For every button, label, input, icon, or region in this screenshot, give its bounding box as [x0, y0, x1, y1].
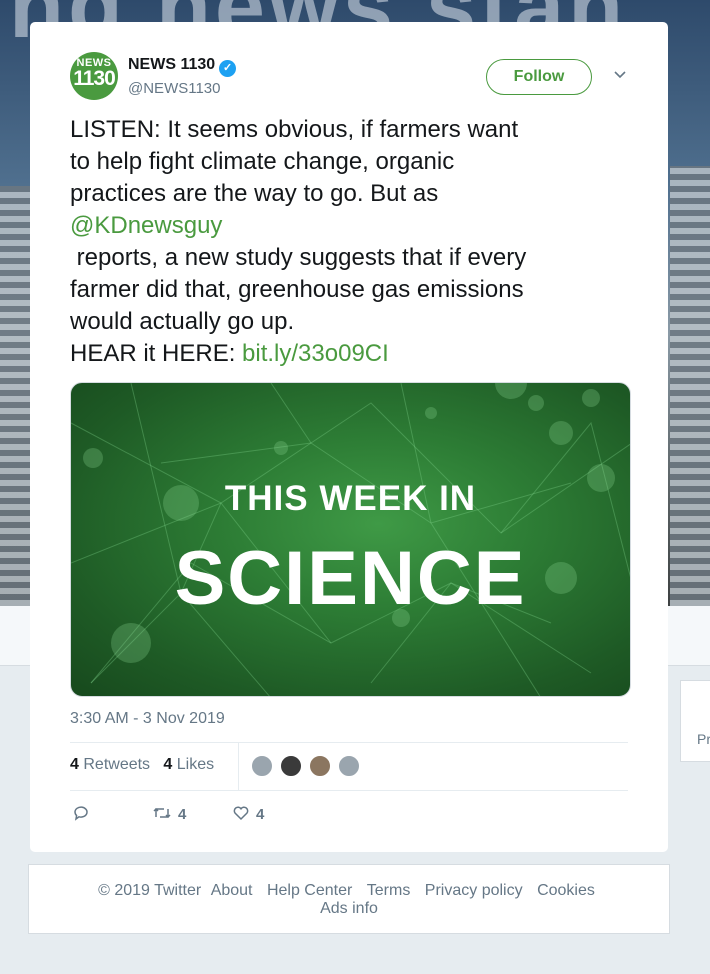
- tweet-text-line: to help fight climate change, organic: [70, 148, 455, 175]
- tweet-text-line: practices are the way to go. But as: [70, 180, 439, 207]
- retweet-action-count: 4: [178, 806, 187, 823]
- retweet-button[interactable]: 4: [152, 804, 186, 823]
- tweet-text-line: would actually go up.: [70, 308, 295, 335]
- tweet-text-line: HEAR it HERE:: [70, 340, 243, 367]
- url-link[interactable]: bit.ly/33o09CI: [242, 340, 389, 367]
- avatar[interactable]: NEWS 1130: [70, 52, 118, 100]
- media-image[interactable]: THIS WEEK IN SCIENCE: [70, 382, 631, 697]
- avatar-text-bottom: 1130: [73, 67, 116, 90]
- tweet-stats: 4 Retweets 4 Likes: [70, 756, 214, 774]
- background-building: [0, 186, 30, 606]
- tweet-card: NEWS 1130 NEWS 1130 ✓ @NEWS1130 Follow LI…: [30, 22, 668, 852]
- media-title-small: THIS WEEK IN: [224, 479, 477, 518]
- reply-button[interactable]: [72, 804, 90, 823]
- stats-separator: [238, 742, 239, 790]
- background-building: [670, 166, 710, 606]
- tweet-timestamp[interactable]: 3:30 AM - 3 Nov 2019: [70, 710, 225, 728]
- author-display-name[interactable]: NEWS 1130: [128, 56, 215, 73]
- tweet-header: NEWS 1130 NEWS 1130 ✓ @NEWS1130 Follow: [70, 52, 630, 102]
- like-button[interactable]: 4: [232, 804, 264, 823]
- like-stat[interactable]: 4 Likes: [163, 756, 214, 773]
- retweet-stat-label: Retweets: [83, 756, 151, 773]
- liker-avatar[interactable]: [279, 754, 303, 778]
- tweet-text-line: farmer did that, greenhouse gas emission…: [70, 276, 524, 303]
- background-side-card: Pr: [680, 680, 710, 762]
- reply-icon: [74, 806, 88, 821]
- tweet-text: LISTEN: It seems obvious, if farmers wan…: [70, 114, 630, 370]
- chevron-down-icon[interactable]: [610, 64, 630, 84]
- divider: [70, 742, 628, 743]
- liker-avatar[interactable]: [250, 754, 274, 778]
- tweet-text-line: reports, a new study suggests that if ev…: [70, 244, 527, 271]
- retweet-stat-count: 4: [70, 756, 79, 773]
- author-handle[interactable]: @NEWS1130: [128, 80, 220, 97]
- liker-avatar[interactable]: [337, 754, 361, 778]
- footer-link-cookies[interactable]: Cookies: [537, 882, 595, 899]
- retweet-stat[interactable]: 4 Retweets: [70, 756, 150, 773]
- liker-avatar[interactable]: [308, 754, 332, 778]
- background-side-label: Pr: [697, 731, 710, 747]
- twitter-footer: © 2019 Twitter About Help Center Terms P…: [28, 864, 670, 934]
- footer-link-privacy-policy[interactable]: Privacy policy: [425, 882, 523, 899]
- divider: [70, 790, 628, 791]
- retweet-icon: [153, 807, 171, 819]
- like-stat-count: 4: [163, 756, 173, 773]
- mention-link[interactable]: @KDnewsguy: [70, 212, 222, 239]
- footer-link-about[interactable]: About: [211, 882, 253, 899]
- follow-button[interactable]: Follow: [486, 59, 592, 95]
- like-action-count: 4: [256, 806, 265, 823]
- tweet-text-line: LISTEN: It seems obvious, if farmers wan…: [70, 116, 519, 143]
- footer-link-help-center[interactable]: Help Center: [267, 882, 352, 899]
- like-stat-label: Likes: [176, 756, 215, 773]
- verified-badge-icon: ✓: [219, 60, 237, 77]
- footer-link-ads-info[interactable]: Ads info: [320, 900, 378, 917]
- heart-icon: [233, 806, 249, 821]
- copyright-text: © 2019 Twitter: [98, 882, 202, 899]
- footer-link-terms[interactable]: Terms: [367, 882, 411, 899]
- author-name-row[interactable]: NEWS 1130 ✓: [128, 56, 237, 77]
- media-title-big: SCIENCE: [174, 536, 527, 621]
